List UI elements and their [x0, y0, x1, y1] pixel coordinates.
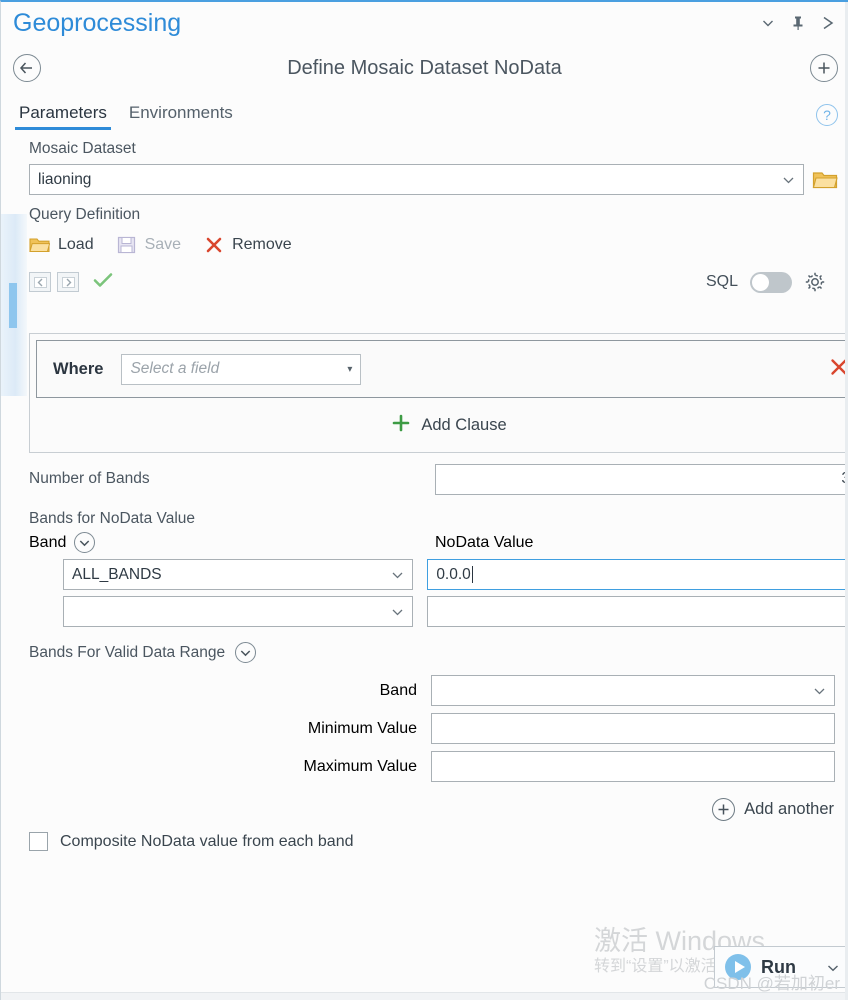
remove-query-label: Remove [232, 236, 292, 253]
valid-range-band-label: Band [379, 681, 417, 699]
load-query-label: Load [58, 236, 94, 253]
mosaic-dataset-combo[interactable]: liaoning [29, 164, 804, 195]
valid-range-expand-chevron-icon[interactable] [235, 642, 257, 663]
run-label: Run [761, 956, 796, 977]
plus-circle-icon [712, 798, 736, 821]
outdent-clause-button[interactable] [29, 272, 51, 292]
tab-environments[interactable]: Environments [125, 103, 237, 130]
validate-check-icon[interactable] [93, 272, 113, 292]
back-button[interactable] [13, 54, 41, 82]
add-clause-label: Add Clause [421, 415, 507, 434]
composite-nodata-row[interactable]: Composite NoData value from each band [29, 832, 354, 851]
browse-folder-icon[interactable] [812, 169, 838, 191]
nodata-value-1: 0.0.0 [436, 565, 471, 583]
tab-bar: Parameters Environments ? [1, 92, 848, 130]
run-dropdown-chevron-icon[interactable] [827, 960, 839, 975]
chevron-down-icon: ▾ [347, 363, 353, 375]
add-clause-button[interactable]: Add Clause [30, 398, 848, 452]
help-icon[interactable]: ? [816, 104, 838, 126]
indent-clause-button[interactable] [57, 272, 79, 292]
run-bar: Run [714, 946, 848, 988]
sql-toggle-knob [752, 273, 769, 291]
parameters-body: Mosaic Dataset liaoning Query Definition… [1, 130, 848, 1000]
band-combo-2[interactable] [63, 596, 414, 627]
save-query-label: Save [144, 236, 182, 253]
band-expand-chevron-icon[interactable] [74, 532, 96, 553]
band-combo-1[interactable]: ALL_BANDS [63, 559, 414, 590]
minimum-value-label: Minimum Value [307, 719, 417, 737]
valid-range-header: Bands For Valid Data Range [1, 642, 848, 663]
query-definition-label: Query Definition [29, 206, 141, 223]
chevron-down-icon [781, 176, 795, 184]
clause-container: Where Select a field ▾ Add Clause [29, 333, 848, 453]
tool-title: Define Mosaic Dataset NoData [287, 56, 562, 79]
save-icon [116, 235, 137, 255]
sql-label: SQL [705, 273, 738, 290]
valid-range-max-row: Maximum Value [1, 751, 848, 782]
where-clause-row: Where Select a field ▾ [36, 340, 848, 398]
clause-toolbar: SQL [29, 271, 838, 293]
x-icon [203, 235, 224, 255]
add-another-button[interactable]: Add another [1, 798, 848, 821]
text-cursor [471, 566, 474, 583]
load-query-button[interactable]: Load [29, 235, 94, 255]
remove-query-button[interactable]: Remove [203, 235, 292, 255]
mosaic-dataset-group: Mosaic Dataset liaoning [1, 140, 848, 195]
maximum-value-input[interactable] [431, 751, 835, 782]
chevron-down-icon [812, 687, 826, 695]
mosaic-dataset-row: liaoning [29, 164, 838, 195]
bands-for-nodata-label: Bands for NoData Value [29, 510, 196, 527]
bands-for-nodata-group: Bands for NoData Value Band NoData Value… [1, 510, 848, 627]
composite-nodata-checkbox[interactable] [29, 832, 48, 851]
save-query-button[interactable]: Save [116, 235, 181, 255]
chevron-down-icon[interactable] [760, 15, 776, 31]
chevron-down-icon [390, 571, 404, 579]
where-label: Where [53, 359, 104, 378]
sql-controls: SQL [706, 271, 826, 293]
bottom-strip [1, 992, 848, 1000]
gear-icon[interactable] [804, 271, 826, 293]
close-icon[interactable] [820, 15, 836, 31]
minimum-value-input[interactable] [431, 713, 835, 744]
valid-range-group: Bands For Valid Data Range Band Minimum … [1, 642, 848, 821]
add-another-label: Add another [744, 800, 834, 818]
nodata-input-1[interactable]: 0.0.0 [427, 559, 848, 590]
run-button[interactable]: Run [714, 946, 848, 988]
mosaic-dataset-label: Mosaic Dataset [29, 140, 136, 157]
bands-headers: Band NoData Value [1, 532, 848, 553]
number-of-bands-row: Number of Bands 3 [1, 463, 848, 495]
mosaic-dataset-value: liaoning [38, 170, 92, 188]
number-of-bands-input[interactable]: 3 [435, 463, 848, 495]
valid-range-band-row: Band [1, 675, 848, 706]
play-icon [725, 954, 751, 980]
band-value-1: ALL_BANDS [72, 565, 162, 583]
number-of-bands-label: Number of Bands [29, 470, 150, 487]
query-definition-actions: Load Save Remove [29, 235, 838, 255]
valid-range-label: Bands For Valid Data Range [29, 643, 226, 661]
folder-open-icon [29, 235, 50, 255]
tool-header: Define Mosaic Dataset NoData [1, 44, 848, 92]
nodata-column-header: NoData Value [435, 533, 534, 551]
pane-title: Geoprocessing [13, 8, 182, 37]
sql-toggle[interactable] [750, 271, 792, 293]
composite-nodata-label: Composite NoData value from each band [60, 832, 354, 850]
nodata-input-2[interactable] [427, 596, 848, 627]
clause-field-value: Select a field [130, 360, 220, 377]
band-column-header: Band [29, 533, 67, 551]
add-tool-button[interactable] [810, 54, 838, 82]
pin-icon[interactable] [790, 15, 806, 31]
pane-titlebar: Geoprocessing [1, 2, 848, 44]
chevron-down-icon [390, 608, 404, 616]
valid-range-min-row: Minimum Value [1, 713, 848, 744]
tab-parameters[interactable]: Parameters [15, 103, 111, 130]
geoprocessing-pane: Geoprocessing Define Mosaic Dataset NoDa… [0, 0, 848, 1000]
band-row-1: ALL_BANDS 0.0.0 [1, 559, 848, 590]
valid-range-band-combo[interactable] [431, 675, 835, 706]
band-row-2 [1, 596, 848, 627]
query-definition-group: Query Definition Load Save Remove SQL [1, 206, 848, 293]
clause-field-combo[interactable]: Select a field ▾ [121, 353, 362, 385]
plus-icon [391, 413, 411, 438]
maximum-value-label: Maximum Value [303, 757, 417, 775]
pane-window-controls [760, 15, 838, 31]
